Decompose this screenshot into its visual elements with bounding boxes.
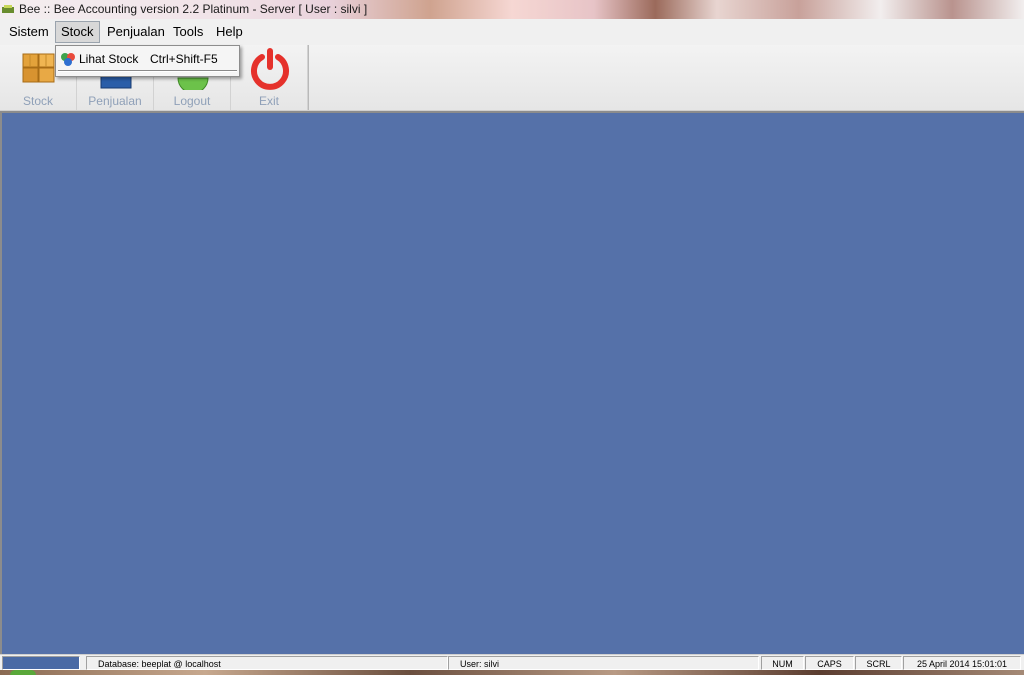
status-datetime: 25 April 2014 15:01:01 [903, 656, 1021, 670]
mdi-client-area[interactable] [0, 111, 1024, 654]
start-orb-icon[interactable] [10, 670, 36, 675]
status-caps: CAPS [805, 656, 854, 670]
dropdown-separator [58, 70, 237, 72]
status-database: Database: beeplat @ localhost [86, 656, 448, 670]
toolbar-penjualan-label: Penjualan [88, 94, 142, 108]
menu-penjualan[interactable]: Penjualan [102, 21, 170, 43]
status-bar: Database: beeplat @ localhost User: silv… [0, 654, 1024, 671]
status-scrl: SCRL [855, 656, 902, 670]
menu-item-lihat-stock[interactable]: Lihat Stock Ctrl+Shift-F5 [58, 49, 235, 69]
menu-sistem[interactable]: Sistem [4, 21, 54, 43]
status-user: User: silvi [448, 656, 759, 670]
toolbar-exit-label: Exit [258, 94, 279, 108]
app-window: Bee :: Bee Accounting version 2.2 Platin… [0, 0, 1024, 675]
window-title: Bee :: Bee Accounting version 2.2 Platin… [19, 2, 368, 16]
title-bar[interactable]: Bee :: Bee Accounting version 2.2 Platin… [0, 0, 1024, 19]
toolbar-stock-label: Stock [22, 94, 53, 108]
menu-bar: Sistem Stock Penjualan Tools Help [0, 19, 1024, 46]
stock-view-icon [60, 52, 76, 66]
stock-dropdown-menu: Lihat Stock Ctrl+Shift-F5 [55, 45, 240, 77]
lihat-stock-label: Lihat Stock [79, 52, 139, 66]
toolbar-logout-label: Logout [173, 94, 211, 108]
toolbar-exit-button[interactable]: Exit [231, 45, 308, 110]
status-progress-panel [2, 656, 80, 670]
menu-tools[interactable]: Tools [168, 21, 208, 43]
bee-app-icon [2, 4, 14, 14]
status-num: NUM [761, 656, 804, 670]
boxes-icon [18, 48, 60, 90]
os-taskbar [0, 670, 1024, 675]
power-icon [249, 48, 291, 90]
lihat-stock-shortcut: Ctrl+Shift-F5 [150, 52, 218, 66]
menu-stock[interactable]: Stock [55, 21, 100, 43]
menu-help[interactable]: Help [211, 21, 248, 43]
